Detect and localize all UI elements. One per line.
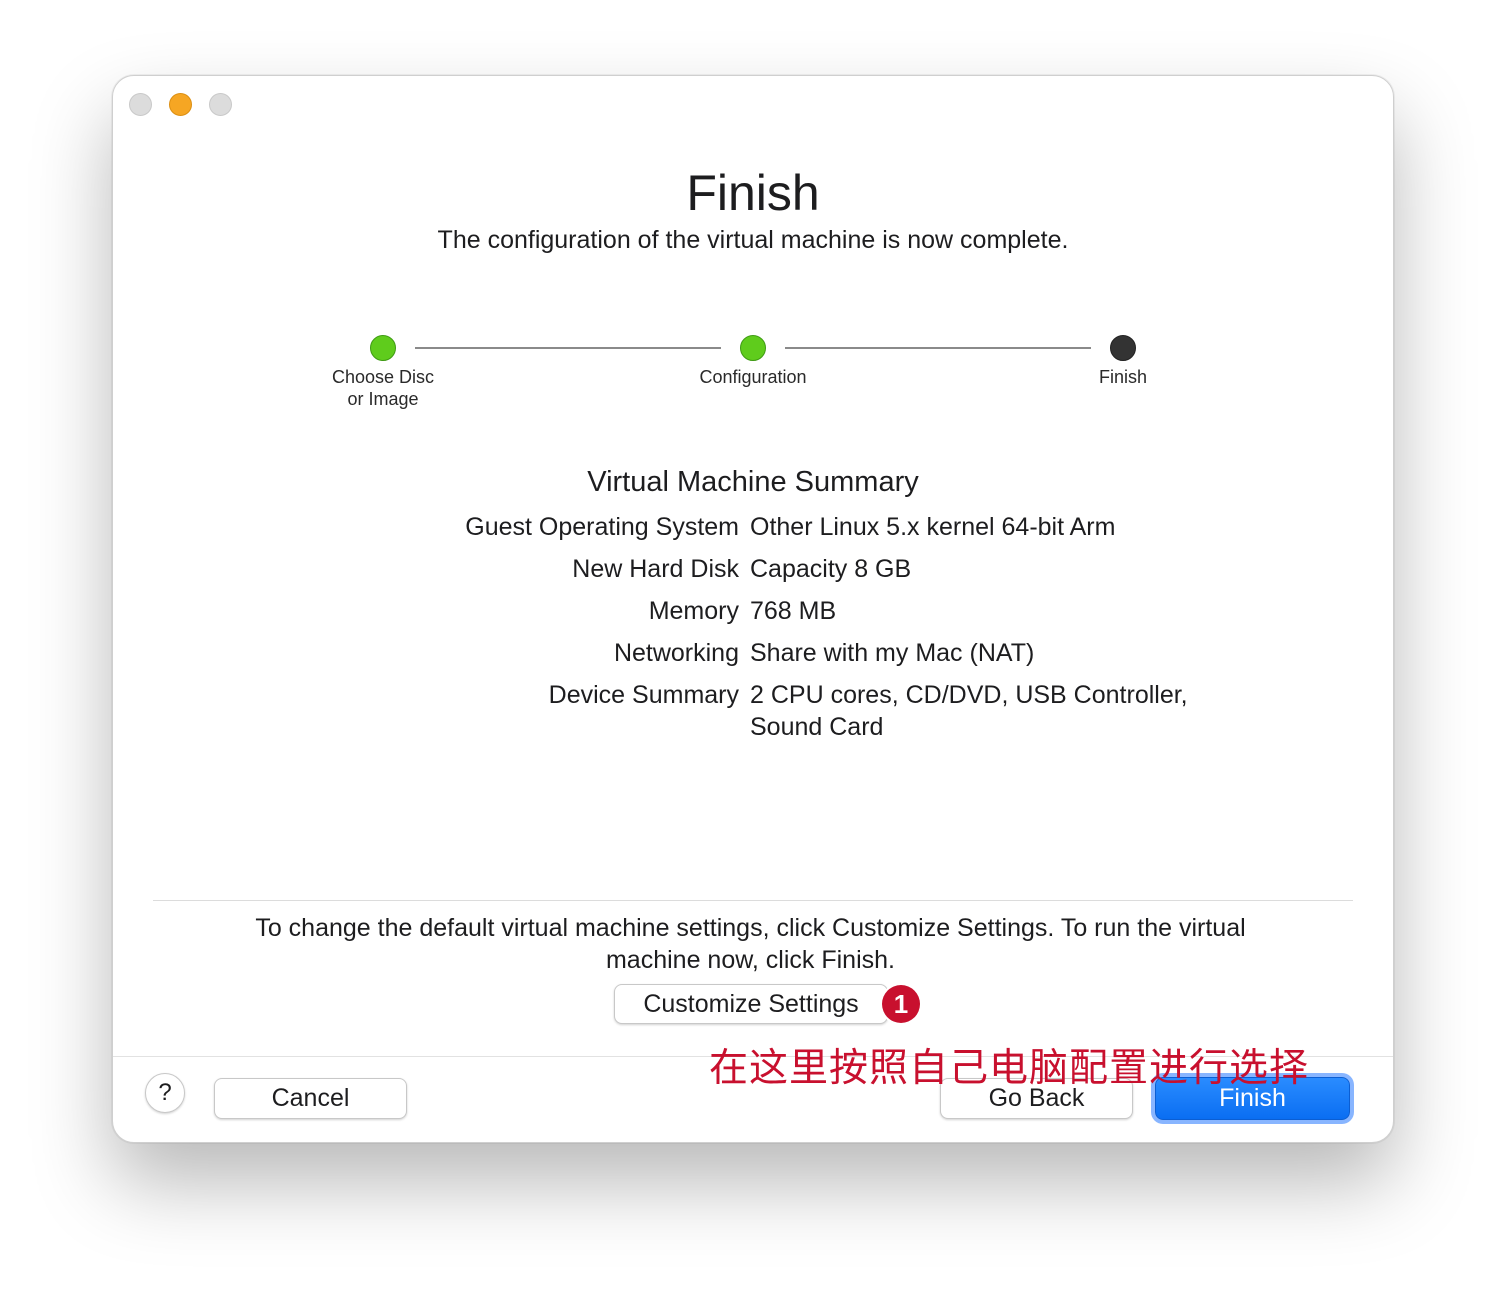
summary-key: New Hard Disk bbox=[572, 555, 739, 583]
summary-key: Memory bbox=[648, 597, 739, 625]
step-label-choose-disc: Choose Disc or Image bbox=[283, 366, 483, 410]
summary-heading: Virtual Machine Summary bbox=[587, 466, 919, 498]
step-connector-line bbox=[415, 347, 721, 349]
question-icon: ? bbox=[158, 1079, 172, 1106]
minimize-window-icon[interactable] bbox=[169, 93, 192, 116]
summary-value: Share with my Mac (NAT) bbox=[750, 639, 1035, 667]
annotation-number-badge: 1 bbox=[882, 985, 920, 1023]
cancel-button[interactable]: Cancel bbox=[214, 1078, 407, 1119]
page-title: Finish bbox=[686, 165, 820, 221]
step-2-done-dot bbox=[740, 335, 766, 361]
step-3-current-dot bbox=[1110, 335, 1136, 361]
step-connector-line bbox=[785, 347, 1091, 349]
summary-key: Networking bbox=[613, 639, 739, 667]
summary-key: Device Summary bbox=[548, 681, 739, 709]
summary-value: Other Linux 5.x kernel 64-bit Arm bbox=[750, 513, 1116, 541]
close-window-icon[interactable] bbox=[129, 93, 152, 116]
content-divider bbox=[153, 900, 1353, 901]
summary-value: 2 CPU cores, CD/DVD, USB Controller, Sou… bbox=[750, 681, 1188, 741]
annotation-text: 在这里按照自己电脑配置进行选择 bbox=[709, 1046, 1310, 1091]
customize-settings-button[interactable]: Customize Settings bbox=[614, 984, 888, 1024]
step-label-configuration: Configuration bbox=[699, 367, 807, 387]
step-label-line-1: Choose Disc bbox=[331, 367, 435, 387]
vm-setup-window: Finish The configuration of the virtual … bbox=[112, 75, 1394, 1143]
customize-instructions: To change the default virtual machine se… bbox=[255, 914, 1246, 974]
help-button[interactable]: ? bbox=[145, 1073, 185, 1113]
summary-value: 768 MB bbox=[750, 597, 837, 625]
page-subtitle: The configuration of the virtual machine… bbox=[437, 226, 1069, 254]
step-1-done-dot bbox=[370, 335, 396, 361]
summary-key: Guest Operating System bbox=[465, 513, 739, 541]
step-label-finish: Finish bbox=[1098, 367, 1147, 387]
step-label-line-2: or Image bbox=[347, 389, 419, 409]
summary-value: Capacity 8 GB bbox=[750, 555, 912, 583]
zoom-window-icon[interactable] bbox=[209, 93, 232, 116]
